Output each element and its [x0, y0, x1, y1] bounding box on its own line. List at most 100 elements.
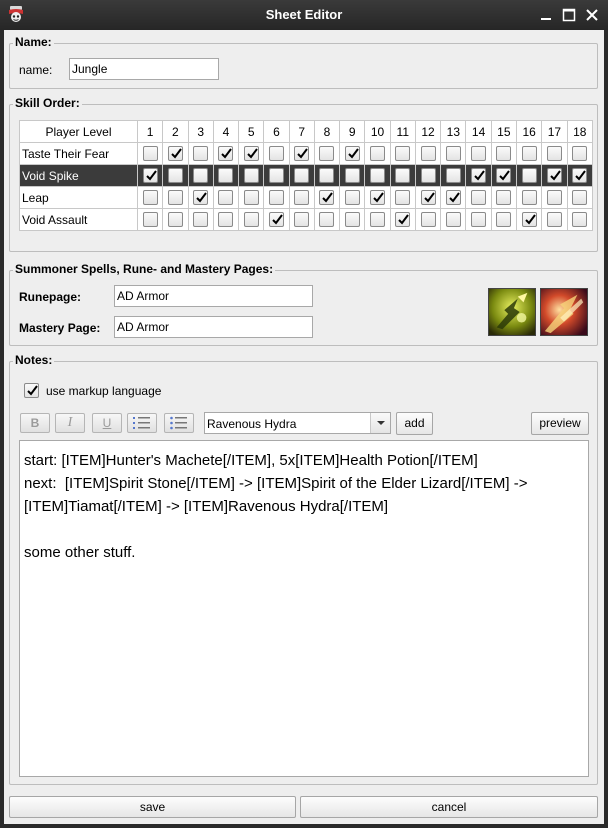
skill-level-checkbox[interactable]: [319, 146, 335, 161]
skill-level-checkbox[interactable]: [471, 168, 487, 183]
skill-level-checkbox[interactable]: [572, 146, 588, 161]
skill-level-checkbox[interactable]: [319, 212, 335, 227]
name-input[interactable]: Jungle: [69, 58, 219, 80]
skill-level-checkbox[interactable]: [142, 146, 158, 161]
skill-level-checkbox[interactable]: [193, 190, 209, 205]
skill-level-checkbox[interactable]: [167, 212, 183, 227]
preview-button[interactable]: preview: [531, 412, 589, 435]
skill-level-cell: [212, 164, 240, 187]
summoner-spell-ignite-icon[interactable]: [540, 288, 588, 336]
skill-level-checkbox[interactable]: [294, 168, 310, 183]
skill-level-checkbox[interactable]: [344, 190, 360, 205]
mastery-page-input[interactable]: AD Armor: [114, 316, 313, 338]
skill-level-checkbox[interactable]: [496, 146, 512, 161]
skill-level-checkbox[interactable]: [420, 190, 436, 205]
skill-level-checkbox[interactable]: [521, 190, 537, 205]
skill-level-checkbox[interactable]: [344, 212, 360, 227]
skill-level-checkbox[interactable]: [572, 190, 588, 205]
skill-level-checkbox[interactable]: [496, 212, 512, 227]
skill-level-checkbox[interactable]: [521, 168, 537, 183]
skill-level-checkbox[interactable]: [268, 190, 284, 205]
skill-level-checkbox[interactable]: [142, 212, 158, 227]
skill-level-checkbox[interactable]: [546, 190, 562, 205]
close-icon[interactable]: [584, 7, 600, 23]
skill-level-checkbox[interactable]: [294, 190, 310, 205]
markup-checkbox[interactable]: [24, 383, 39, 398]
skill-level-checkbox[interactable]: [471, 146, 487, 161]
summoner-spell-smite-icon[interactable]: [488, 288, 536, 336]
runepage-input[interactable]: AD Armor: [114, 285, 313, 307]
add-button[interactable]: add: [396, 412, 433, 435]
skill-level-checkbox[interactable]: [572, 168, 588, 183]
skill-level-checkbox[interactable]: [395, 212, 411, 227]
italic-button[interactable]: I: [55, 413, 85, 433]
skill-level-checkbox[interactable]: [521, 212, 537, 227]
skill-level-checkbox[interactable]: [218, 190, 234, 205]
skill-row[interactable]: Taste Their Fear: [19, 142, 594, 165]
skill-level-checkbox[interactable]: [546, 168, 562, 183]
skill-row[interactable]: Void Spike: [19, 164, 594, 187]
skill-level-checkbox[interactable]: [167, 190, 183, 205]
skill-level-checkbox[interactable]: [268, 212, 284, 227]
skill-level-checkbox[interactable]: [420, 212, 436, 227]
cancel-button[interactable]: cancel: [300, 796, 598, 818]
ordered-list-button[interactable]: [127, 413, 157, 433]
skill-level-checkbox[interactable]: [243, 168, 259, 183]
notes-textarea[interactable]: start: [ITEM]Hunter's Machete[/ITEM], 5x…: [19, 440, 589, 777]
skill-level-checkbox[interactable]: [445, 146, 461, 161]
unordered-list-button[interactable]: [164, 413, 194, 433]
skill-level-checkbox[interactable]: [218, 146, 234, 161]
skill-row[interactable]: Leap: [19, 186, 594, 209]
skill-level-checkbox[interactable]: [420, 168, 436, 183]
skill-level-checkbox[interactable]: [395, 168, 411, 183]
underline-button[interactable]: U: [92, 413, 122, 433]
skill-level-checkbox[interactable]: [496, 190, 512, 205]
skill-level-checkbox[interactable]: [218, 212, 234, 227]
skill-level-checkbox[interactable]: [167, 146, 183, 161]
skill-level-checkbox[interactable]: [496, 168, 512, 183]
skill-level-checkbox[interactable]: [521, 146, 537, 161]
skill-level-cell: [515, 164, 543, 187]
save-button[interactable]: save: [9, 796, 296, 818]
skill-level-checkbox[interactable]: [142, 168, 158, 183]
skill-level-checkbox[interactable]: [243, 212, 259, 227]
skill-level-checkbox[interactable]: [572, 212, 588, 227]
skill-level-checkbox[interactable]: [445, 168, 461, 183]
skill-level-checkbox[interactable]: [294, 212, 310, 227]
skill-level-checkbox[interactable]: [370, 146, 386, 161]
dropdown-arrow[interactable]: [370, 413, 390, 433]
skill-level-checkbox[interactable]: [243, 146, 259, 161]
skill-row[interactable]: Void Assault: [19, 208, 594, 231]
skill-level-checkbox[interactable]: [546, 146, 562, 161]
bold-button[interactable]: B: [20, 413, 50, 433]
skill-level-checkbox[interactable]: [370, 212, 386, 227]
maximize-icon[interactable]: [561, 7, 577, 23]
skill-level-checkbox[interactable]: [344, 168, 360, 183]
title-bar[interactable]: Sheet Editor: [0, 0, 608, 30]
skill-level-checkbox[interactable]: [193, 146, 209, 161]
skill-level-checkbox[interactable]: [471, 212, 487, 227]
skill-level-checkbox[interactable]: [319, 168, 335, 183]
skill-level-checkbox[interactable]: [546, 212, 562, 227]
skill-level-checkbox[interactable]: [142, 190, 158, 205]
skill-level-checkbox[interactable]: [268, 146, 284, 161]
skill-level-checkbox[interactable]: [420, 146, 436, 161]
skill-level-checkbox[interactable]: [294, 146, 310, 161]
skill-level-checkbox[interactable]: [370, 168, 386, 183]
skill-level-checkbox[interactable]: [370, 190, 386, 205]
item-select[interactable]: Ravenous Hydra: [204, 412, 391, 434]
skill-level-checkbox[interactable]: [395, 190, 411, 205]
skill-level-checkbox[interactable]: [319, 190, 335, 205]
skill-level-checkbox[interactable]: [218, 168, 234, 183]
skill-level-checkbox[interactable]: [167, 168, 183, 183]
skill-level-checkbox[interactable]: [243, 190, 259, 205]
skill-level-checkbox[interactable]: [395, 146, 411, 161]
minimize-icon[interactable]: [538, 7, 554, 23]
skill-level-checkbox[interactable]: [268, 168, 284, 183]
skill-level-checkbox[interactable]: [471, 190, 487, 205]
skill-level-checkbox[interactable]: [445, 212, 461, 227]
skill-level-checkbox[interactable]: [193, 212, 209, 227]
skill-level-checkbox[interactable]: [445, 190, 461, 205]
skill-level-checkbox[interactable]: [193, 168, 209, 183]
skill-level-checkbox[interactable]: [344, 146, 360, 161]
